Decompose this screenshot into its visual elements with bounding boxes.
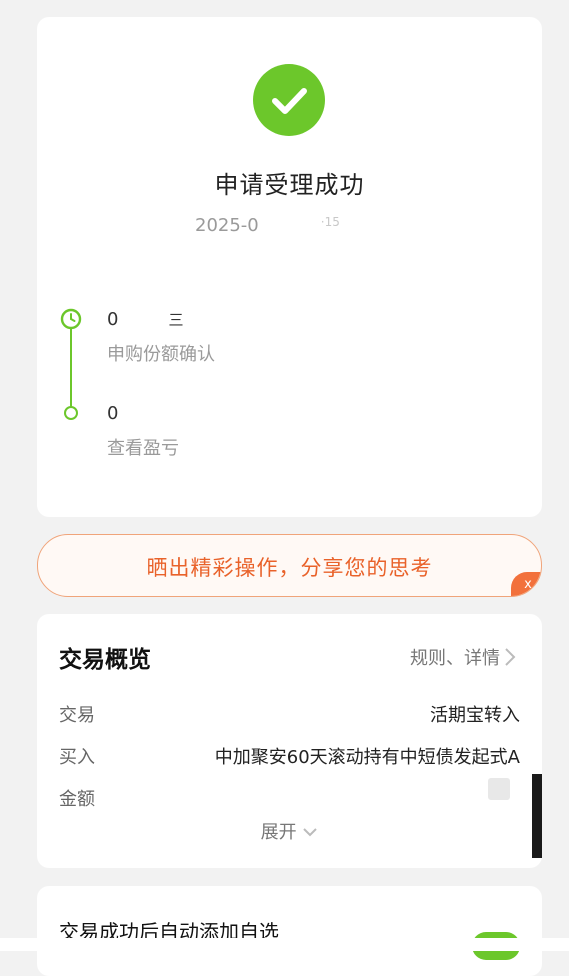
check-icon <box>272 88 307 114</box>
row-trade-value: 活期宝转入 <box>430 705 520 726</box>
row-trade-label: 交易 <box>59 705 95 726</box>
scroll-edge <box>532 774 542 858</box>
share-text: 晒出精彩操作，分享您的思考 <box>146 556 433 580</box>
overview-title: 交易概览 <box>59 647 151 673</box>
bottom-bar <box>0 938 569 951</box>
row-buy-label: 买入 <box>59 747 95 768</box>
expand-label: 展开 <box>260 822 297 843</box>
close-icon[interactable]: x <box>511 572 541 596</box>
trade-overview-card: 交易概览 规则、详情 交易 活期宝转入 买入 中加聚安60天滚动持有中短债发起式… <box>37 614 542 868</box>
success-icon <box>253 64 325 136</box>
timeline-step-2-time: 0 <box>107 403 119 424</box>
status-title: 申请受理成功 <box>214 171 365 199</box>
expand-toggle[interactable]: 展开 <box>37 818 542 844</box>
status-time-fragment: ·15 <box>320 215 340 229</box>
timeline-step-1-label: 申购份额确认 <box>107 344 215 365</box>
rules-details-label: 规则、详情 <box>410 648 500 669</box>
chevron-right-icon <box>505 648 516 666</box>
status-card: 申请受理成功 2025-0·15 0三 申购份额确认 0 查看盈亏 <box>37 17 542 517</box>
chevron-down-icon <box>303 828 318 837</box>
status-time-date: 2025-0 <box>195 215 259 236</box>
timeline-line <box>70 329 72 411</box>
rules-details-link[interactable]: 规则、详情 <box>410 644 516 670</box>
status-time: 2025-0 ·15 <box>195 215 340 236</box>
timeline-step-1-time-end: 三 <box>168 311 184 329</box>
clock-icon <box>60 308 82 330</box>
timeline-step-1-time-start: 0 <box>107 309 119 330</box>
masked-block <box>488 778 510 800</box>
timeline-step-1-time: 0三 <box>107 309 183 330</box>
timeline-step-2-label: 查看盈亏 <box>107 438 179 459</box>
auto-add-card: 交易成功后自动添加自选 <box>37 886 542 976</box>
row-amount-label: 金额 <box>59 789 95 810</box>
row-buy-value: 中加聚安60天滚动持有中短债发起式A <box>214 747 520 768</box>
dot-icon <box>64 406 78 420</box>
share-banner[interactable]: 晒出精彩操作，分享您的思考 x <box>37 534 542 597</box>
